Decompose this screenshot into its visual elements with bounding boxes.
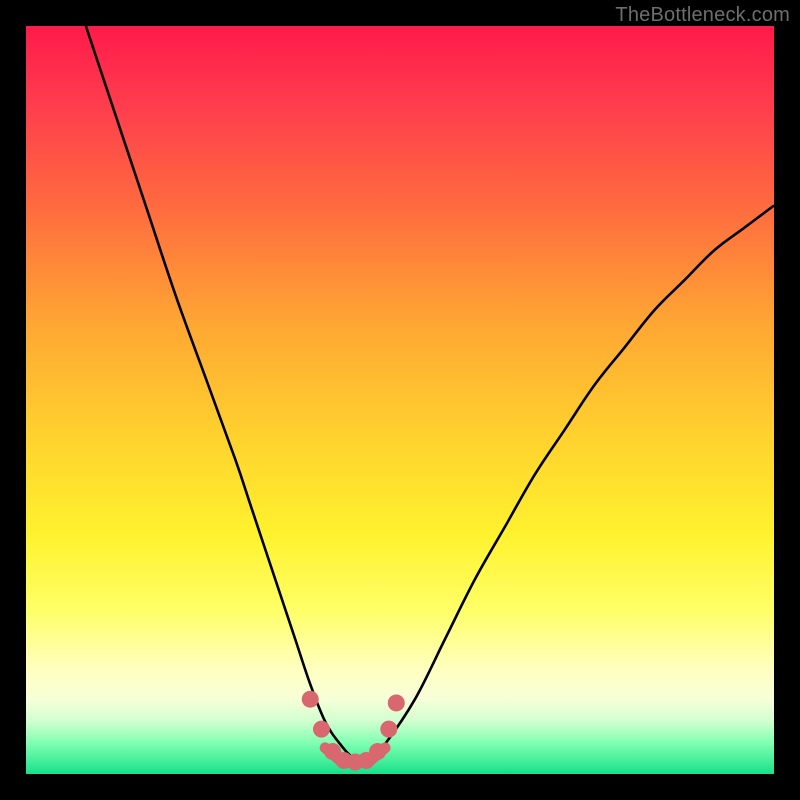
watermark-text: TheBottleneck.com — [615, 4, 790, 27]
marker-dot — [388, 694, 405, 711]
chart-plot-area — [26, 26, 774, 774]
marker-dot — [369, 743, 386, 760]
chart-svg — [26, 26, 774, 774]
marker-dot — [302, 691, 319, 708]
chart-frame: TheBottleneck.com — [0, 0, 800, 800]
marker-dots-group — [302, 691, 405, 771]
marker-dot — [313, 721, 330, 738]
marker-dot — [380, 721, 397, 738]
bottleneck-curve-path — [86, 26, 774, 761]
